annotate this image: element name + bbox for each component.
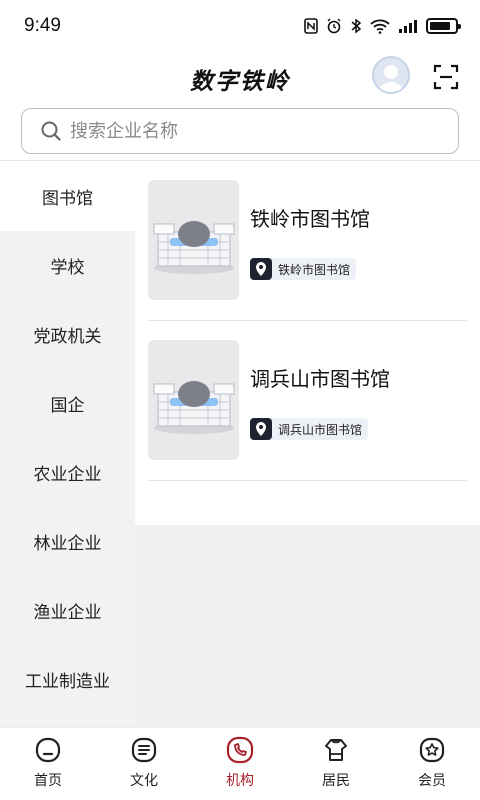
nav-institution[interactable]: 机构 (192, 728, 288, 800)
nav-member[interactable]: 会员 (384, 728, 480, 800)
institution-title: 铁岭市图书馆 (250, 207, 370, 231)
nav-label: 会员 (418, 773, 446, 789)
sidebar-item-manufacturing[interactable]: 工业制造业 (0, 645, 135, 714)
sidebar-item-fishery[interactable]: 渔业企业 (0, 576, 135, 645)
library-thumbnail (148, 340, 239, 460)
bluetooth-icon (351, 18, 362, 34)
location-pin-icon (250, 258, 272, 280)
sidebar-item-label: 工业制造业 (25, 672, 110, 692)
sidebar-item-soe[interactable]: 国企 (0, 369, 135, 438)
location-tag-text: 调兵山市图书馆 (278, 422, 363, 437)
sidebar-item-government[interactable]: 党政机关 (0, 300, 135, 369)
member-icon (419, 737, 445, 763)
sidebar-item-label: 图书馆 (42, 188, 93, 209)
library-building-image (148, 340, 239, 460)
residents-icon (325, 739, 347, 761)
empty-area (135, 525, 480, 727)
sidebar-item-label: 渔业企业 (33, 603, 102, 623)
nfc-icon (304, 18, 318, 34)
category-sidebar: 图书馆 学校 党政机关 国企 农业企业 林业企业 渔业企业 工业制造业 (0, 161, 135, 727)
sidebar-item-school[interactable]: 学校 (0, 231, 135, 300)
nav-label: 居民 (322, 773, 350, 789)
institution-list: 铁岭市图书馆 铁岭市图书馆 调兵山市图书馆 调兵山市图书馆 (135, 161, 480, 525)
sidebar-item-label: 林业企业 (33, 534, 102, 554)
signal-icon (399, 20, 417, 33)
location-tag[interactable]: 铁岭市图书馆 (250, 258, 357, 280)
location-tag-text: 铁岭市图书馆 (278, 262, 351, 277)
sidebar-item-label: 国企 (50, 396, 85, 416)
sidebar-item-label: 农业企业 (33, 465, 102, 485)
institution-icon (226, 736, 254, 764)
nav-label: 机构 (226, 773, 254, 789)
nav-label: 文化 (130, 773, 158, 789)
location-pin-icon (250, 418, 272, 440)
search-icon (41, 121, 61, 141)
culture-icon (131, 737, 157, 763)
sidebar-item-forestry[interactable]: 林业企业 (0, 507, 135, 576)
home-icon (35, 737, 61, 763)
wifi-icon (370, 19, 390, 34)
status-icons (304, 18, 461, 34)
search-input[interactable] (70, 120, 410, 142)
scan-icon[interactable] (433, 64, 459, 90)
institution-title: 调兵山市图书馆 (250, 367, 390, 391)
nav-residents[interactable]: 居民 (288, 728, 384, 800)
library-building-image (148, 180, 239, 300)
bottom-navigation: 首页 文化 机构 居民 会员 (0, 727, 480, 800)
sidebar-item-library[interactable]: 图书馆 (0, 161, 135, 231)
nav-culture[interactable]: 文化 (96, 728, 192, 800)
header: 数字铁岭 (0, 52, 480, 104)
search-bar[interactable] (21, 108, 459, 154)
battery-icon (426, 18, 461, 34)
location-tag[interactable]: 调兵山市图书馆 (250, 418, 369, 440)
status-bar: 9:49 (0, 0, 480, 52)
sidebar-item-label: 党政机关 (33, 327, 102, 347)
nav-label: 首页 (34, 773, 62, 789)
list-item[interactable]: 铁岭市图书馆 铁岭市图书馆 (148, 161, 467, 321)
library-thumbnail (148, 180, 239, 300)
sidebar-item-label: 学校 (50, 258, 85, 278)
sidebar-item-agriculture[interactable]: 农业企业 (0, 438, 135, 507)
alarm-icon (327, 18, 341, 34)
nav-home[interactable]: 首页 (0, 728, 96, 800)
list-item[interactable]: 调兵山市图书馆 调兵山市图书馆 (148, 321, 467, 481)
avatar[interactable] (372, 56, 410, 94)
status-time: 9:49 (24, 15, 61, 36)
